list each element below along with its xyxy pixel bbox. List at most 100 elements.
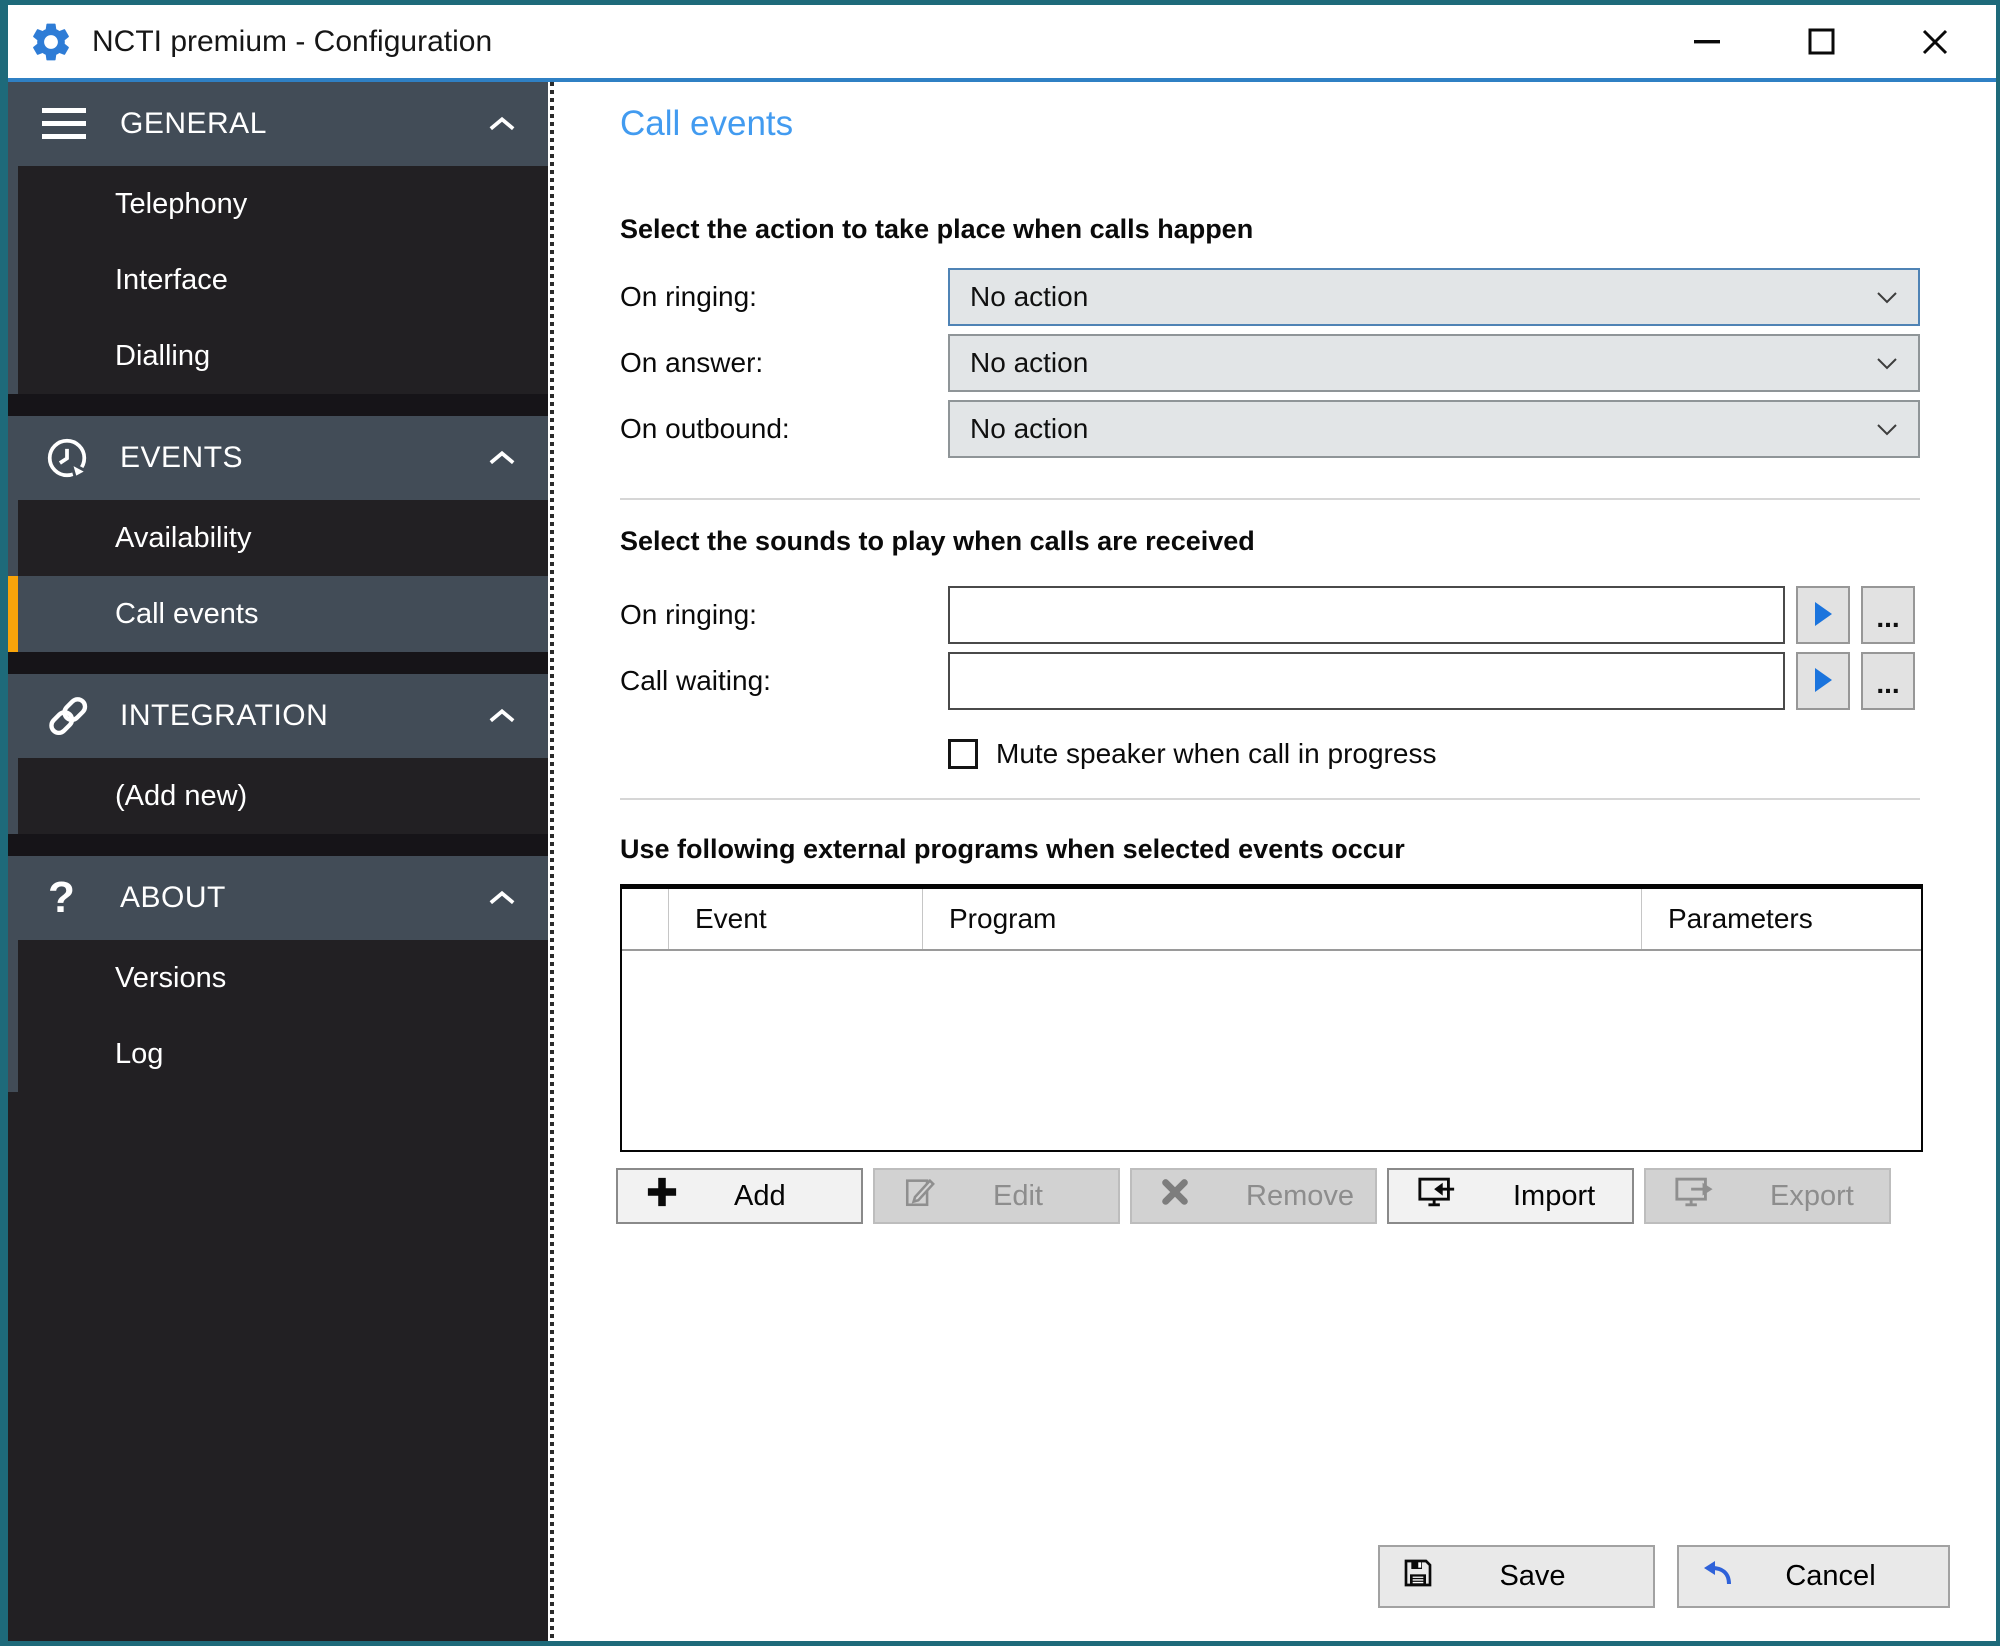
item-gutter — [8, 758, 18, 834]
event-clock-icon — [42, 433, 100, 483]
sidebar-item-interface[interactable]: Interface — [8, 242, 548, 318]
on-ringing-action-row: On ringing: No action — [620, 268, 1920, 326]
actions-rows: On ringing: No action On answer: No acti… — [620, 268, 1920, 466]
section-gap — [8, 652, 548, 674]
sounds-section-heading: Select the sounds to play when calls are… — [620, 526, 1255, 557]
hamburger-icon — [42, 106, 100, 142]
on-outbound-action-row: On outbound: No action — [620, 400, 1920, 458]
import-button[interactable]: Import — [1387, 1168, 1634, 1224]
chevron-down-icon — [1876, 357, 1898, 370]
on-answer-action-select[interactable]: No action — [948, 334, 1920, 392]
programs-section-heading: Use following external programs when sel… — [620, 834, 1405, 865]
sidebar-section-about[interactable]: ? ABOUT — [8, 856, 548, 940]
section-label: EVENTS — [120, 441, 243, 475]
sidebar-section-events[interactable]: EVENTS — [8, 416, 548, 500]
item-gutter — [8, 318, 18, 394]
sidebar-item-versions[interactable]: Versions — [8, 940, 548, 1016]
x-icon — [1160, 1177, 1190, 1215]
sidebar-section-integration[interactable]: INTEGRATION — [8, 674, 548, 758]
sidebar-fill — [8, 1092, 548, 1641]
pencil-icon — [903, 1175, 937, 1217]
export-monitor-icon — [1674, 1174, 1714, 1218]
column-header-blank — [622, 889, 669, 949]
window-controls — [1692, 27, 1950, 57]
chevron-up-icon[interactable] — [488, 450, 516, 466]
on-outbound-action-select[interactable]: No action — [948, 400, 1920, 458]
field-label: Call waiting: — [620, 665, 948, 697]
field-label: On ringing: — [620, 599, 948, 631]
close-icon[interactable] — [1920, 27, 1950, 57]
programs-table-actions: Add Edit Remove — [616, 1168, 1891, 1224]
sidebar-panel-events: Availability Call events — [8, 500, 548, 652]
column-header-event: Event — [669, 889, 923, 949]
remove-button[interactable]: Remove — [1130, 1168, 1377, 1224]
sidebar-item-label: Log — [18, 1016, 548, 1092]
sidebar-item-availability[interactable]: Availability — [8, 500, 548, 576]
maximize-icon[interactable] — [1806, 27, 1836, 57]
sidebar-item-dialling[interactable]: Dialling — [8, 318, 548, 394]
play-button[interactable] — [1796, 586, 1850, 644]
sidebar-item-telephony[interactable]: Telephony — [8, 166, 548, 242]
save-icon — [1402, 1557, 1434, 1597]
sidebar-item-label: Call events — [18, 576, 548, 652]
sidebar-item-log[interactable]: Log — [8, 1016, 548, 1092]
chevron-up-icon[interactable] — [488, 890, 516, 906]
field-label: On outbound: — [620, 413, 948, 445]
selected-item-accent-bar — [8, 576, 18, 652]
minimize-icon[interactable] — [1692, 27, 1722, 57]
mute-checkbox[interactable] — [948, 739, 978, 769]
section-divider — [620, 798, 1920, 800]
call-waiting-sound-input[interactable] — [948, 652, 1785, 710]
add-button[interactable]: Add — [616, 1168, 863, 1224]
sidebar-section-general[interactable]: GENERAL — [8, 82, 548, 166]
section-gap — [8, 394, 548, 416]
splitter-handle[interactable] — [548, 82, 556, 1641]
sidebar-panel-about: Versions Log — [8, 940, 548, 1092]
sidebar-item-label: Availability — [18, 500, 548, 576]
play-icon — [1813, 601, 1833, 630]
edit-button[interactable]: Edit — [873, 1168, 1120, 1224]
on-ringing-action-select[interactable]: No action — [948, 268, 1920, 326]
import-monitor-icon — [1417, 1174, 1457, 1218]
selected-value: No action — [970, 347, 1088, 379]
on-answer-action-row: On answer: No action — [620, 334, 1920, 392]
sidebar-item-add-new[interactable]: (Add new) — [8, 758, 548, 834]
column-header-program: Program — [923, 889, 1642, 949]
column-header-parameters: Parameters — [1642, 889, 1921, 949]
browse-button[interactable]: ... — [1861, 652, 1915, 710]
sidebar-item-label: Versions — [18, 940, 548, 1016]
sidebar-item-call-events[interactable]: Call events — [8, 576, 548, 652]
programs-table-header: Event Program Parameters — [622, 889, 1921, 951]
section-label: ABOUT — [120, 881, 226, 915]
programs-table-body — [622, 951, 1921, 1150]
ringing-sound-row: On ringing: ... — [620, 586, 1920, 644]
selected-value: No action — [970, 281, 1088, 313]
cancel-button[interactable]: Cancel — [1677, 1545, 1950, 1608]
main-content: Call events Select the action to take pl… — [556, 82, 1996, 1641]
browse-button[interactable]: ... — [1861, 586, 1915, 644]
ringing-sound-input[interactable] — [948, 586, 1785, 644]
save-button[interactable]: Save — [1378, 1545, 1655, 1608]
question-mark-icon: ? — [42, 876, 100, 920]
chevron-up-icon[interactable] — [488, 708, 516, 724]
export-monitor-button[interactable]: Export — [1644, 1168, 1891, 1224]
field-label: On ringing: — [620, 281, 948, 313]
section-label: INTEGRATION — [120, 699, 328, 733]
item-gutter — [8, 242, 18, 318]
chevron-down-icon — [1876, 291, 1898, 304]
sounds-rows: On ringing: ... Call waiting: — [620, 586, 1920, 718]
titlebar: NCTI premium - Configuration — [8, 5, 1996, 78]
chevron-up-icon[interactable] — [488, 116, 516, 132]
play-icon — [1813, 667, 1833, 696]
mute-speaker-row: Mute speaker when call in progress — [948, 738, 1436, 770]
item-gutter — [8, 166, 18, 242]
field-label: On answer: — [620, 347, 948, 379]
window-title: NCTI premium - Configuration — [92, 25, 492, 59]
ellipsis-label: ... — [1876, 604, 1899, 632]
ellipsis-label: ... — [1876, 670, 1899, 698]
programs-table[interactable]: Event Program Parameters — [620, 884, 1923, 1152]
plus-icon — [646, 1176, 678, 1216]
sidebar-item-label: Interface — [18, 242, 548, 318]
play-button[interactable] — [1796, 652, 1850, 710]
sidebar: GENERAL Telephony Interface Dialling — [8, 82, 548, 1641]
